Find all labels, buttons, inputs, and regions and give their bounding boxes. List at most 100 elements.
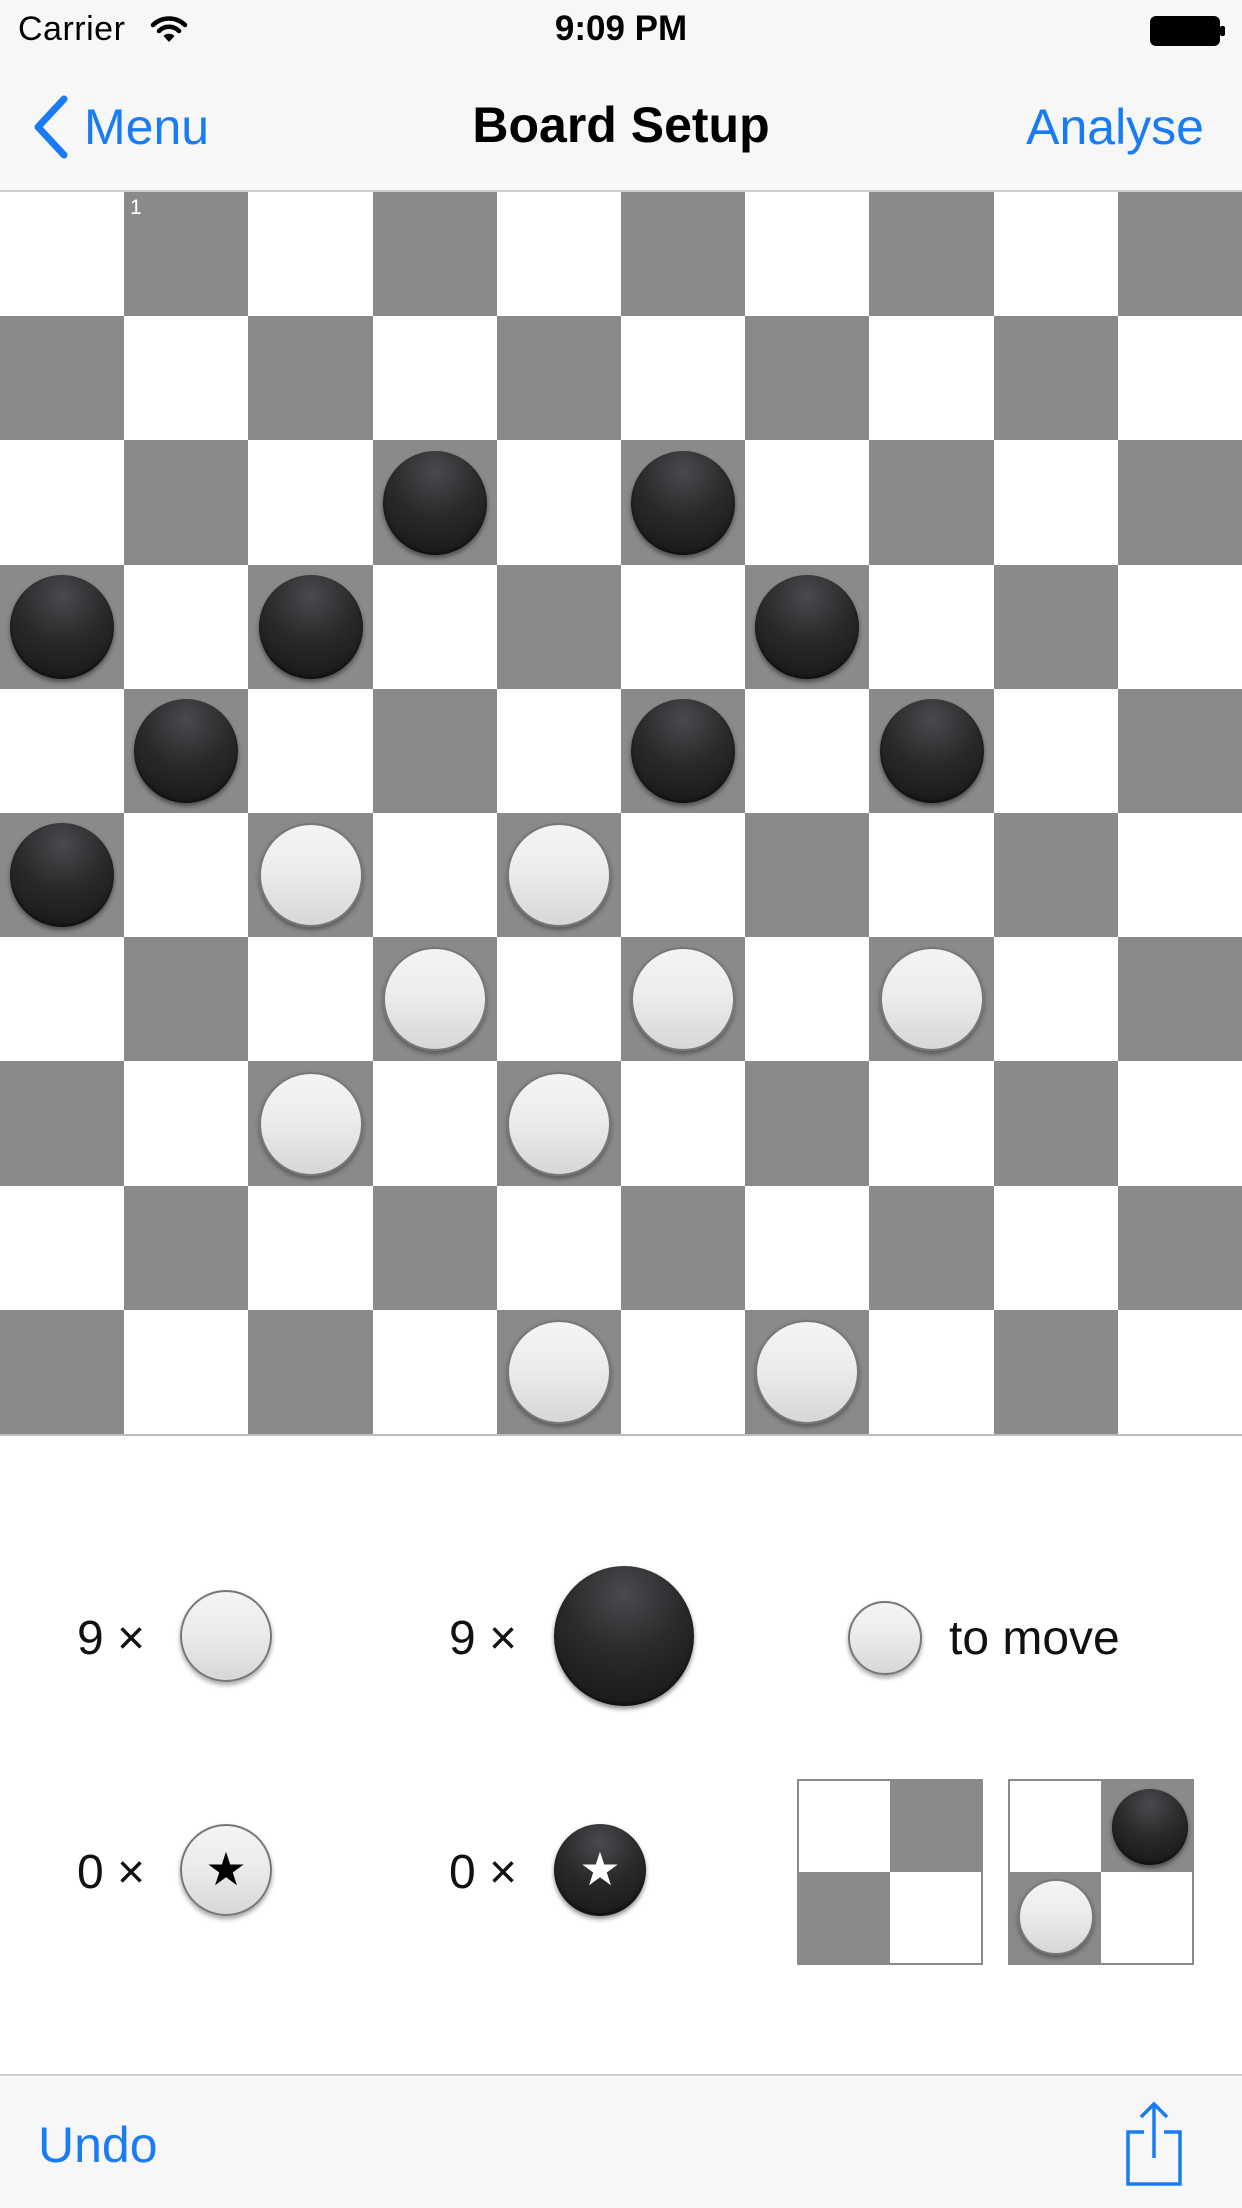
black-piece[interactable]: [259, 575, 363, 679]
board-square-light[interactable]: [869, 565, 994, 689]
board-square-light[interactable]: [994, 689, 1118, 813]
board-square-dark[interactable]: [745, 316, 869, 440]
board-square-dark[interactable]: [1118, 192, 1242, 316]
board-square-dark[interactable]: [994, 316, 1118, 440]
board-square-light[interactable]: [1118, 565, 1242, 689]
board-square-light[interactable]: [373, 316, 497, 440]
board-square-light[interactable]: [497, 192, 621, 316]
board-square-light[interactable]: [869, 1061, 994, 1186]
white-piece[interactable]: [507, 1072, 611, 1176]
board-square-light[interactable]: [1118, 1061, 1242, 1186]
board-square-light[interactable]: [248, 440, 373, 565]
board-square-light[interactable]: [869, 813, 994, 937]
white-piece[interactable]: [383, 947, 487, 1051]
board-square-light[interactable]: [497, 1186, 621, 1310]
board-square-light[interactable]: [124, 316, 248, 440]
board-square-dark[interactable]: [248, 316, 373, 440]
black-piece[interactable]: [755, 575, 859, 679]
white-piece[interactable]: [507, 823, 611, 927]
board-square-light[interactable]: [0, 1186, 124, 1310]
checker-board[interactable]: 1: [0, 192, 1242, 1436]
board-square-dark[interactable]: [869, 192, 994, 316]
initial-position-button[interactable]: [1008, 1779, 1194, 1965]
board-square-light[interactable]: [497, 440, 621, 565]
board-square-dark[interactable]: [124, 937, 248, 1061]
share-icon[interactable]: [1122, 2098, 1186, 2188]
board-square-light[interactable]: [745, 689, 869, 813]
black-piece[interactable]: [134, 699, 238, 803]
black-man-piece[interactable]: [554, 1566, 694, 1706]
board-square-light[interactable]: [994, 1186, 1118, 1310]
board-square-dark[interactable]: [1118, 1186, 1242, 1310]
board-square-dark[interactable]: [994, 1061, 1118, 1186]
board-square-light[interactable]: [373, 565, 497, 689]
board-square-light[interactable]: [869, 1310, 994, 1434]
board-square-dark[interactable]: [994, 565, 1118, 689]
board-square-dark[interactable]: [1118, 440, 1242, 565]
board-square-light[interactable]: [745, 1186, 869, 1310]
black-piece[interactable]: [880, 699, 984, 803]
black-piece[interactable]: [631, 699, 735, 803]
clear-board-button[interactable]: [797, 1779, 983, 1965]
board-square-light[interactable]: [745, 192, 869, 316]
board-square-light[interactable]: [1118, 316, 1242, 440]
board-square-light[interactable]: [745, 937, 869, 1061]
board-square-light[interactable]: [621, 813, 745, 937]
board-square-light[interactable]: [1118, 813, 1242, 937]
board-square-dark[interactable]: [497, 316, 621, 440]
board-square-light[interactable]: [994, 937, 1118, 1061]
black-piece[interactable]: [383, 451, 487, 555]
board-square-light[interactable]: [124, 1310, 248, 1434]
board-square-dark[interactable]: [497, 565, 621, 689]
board-square-dark[interactable]: [1118, 689, 1242, 813]
board-square-dark[interactable]: [745, 1061, 869, 1186]
board-square-light[interactable]: [248, 192, 373, 316]
board-square-dark[interactable]: [869, 440, 994, 565]
board-square-light[interactable]: [248, 937, 373, 1061]
board-square-dark[interactable]: [373, 192, 497, 316]
board-square-dark[interactable]: [994, 813, 1118, 937]
white-piece[interactable]: [259, 823, 363, 927]
board-square-dark[interactable]: [621, 192, 745, 316]
black-king-piece[interactable]: ★: [554, 1824, 646, 1916]
board-square-light[interactable]: [373, 813, 497, 937]
board-square-dark[interactable]: [373, 689, 497, 813]
board-square-light[interactable]: [0, 937, 124, 1061]
board-square-light[interactable]: [373, 1310, 497, 1434]
board-square-dark[interactable]: [745, 813, 869, 937]
board-square-light[interactable]: [869, 316, 994, 440]
black-piece[interactable]: [10, 823, 114, 927]
board-square-light[interactable]: [124, 565, 248, 689]
board-square-dark[interactable]: [621, 1186, 745, 1310]
board-square-light[interactable]: [373, 1061, 497, 1186]
undo-button[interactable]: Undo: [38, 2116, 158, 2174]
board-square-dark[interactable]: 1: [124, 192, 248, 316]
black-piece[interactable]: [10, 575, 114, 679]
board-square-light[interactable]: [994, 192, 1118, 316]
board-square-light[interactable]: [497, 937, 621, 1061]
white-piece[interactable]: [880, 947, 984, 1051]
board-square-light[interactable]: [621, 565, 745, 689]
white-man-piece[interactable]: [180, 1590, 272, 1682]
white-piece[interactable]: [755, 1320, 859, 1424]
board-square-light[interactable]: [994, 440, 1118, 565]
board-square-light[interactable]: [621, 1061, 745, 1186]
board-square-dark[interactable]: [869, 1186, 994, 1310]
white-king-piece[interactable]: ★: [180, 1824, 272, 1916]
white-piece[interactable]: [507, 1320, 611, 1424]
board-square-light[interactable]: [745, 440, 869, 565]
board-square-dark[interactable]: [994, 1310, 1118, 1434]
board-square-dark[interactable]: [1118, 937, 1242, 1061]
board-square-dark[interactable]: [124, 440, 248, 565]
board-square-light[interactable]: [124, 1061, 248, 1186]
white-piece[interactable]: [631, 947, 735, 1051]
board-square-dark[interactable]: [0, 1310, 124, 1434]
board-square-light[interactable]: [248, 1186, 373, 1310]
board-square-light[interactable]: [248, 689, 373, 813]
board-square-light[interactable]: [124, 813, 248, 937]
board-square-light[interactable]: [0, 440, 124, 565]
board-square-light[interactable]: [0, 689, 124, 813]
board-square-dark[interactable]: [124, 1186, 248, 1310]
board-square-light[interactable]: [0, 192, 124, 316]
board-square-light[interactable]: [1118, 1310, 1242, 1434]
